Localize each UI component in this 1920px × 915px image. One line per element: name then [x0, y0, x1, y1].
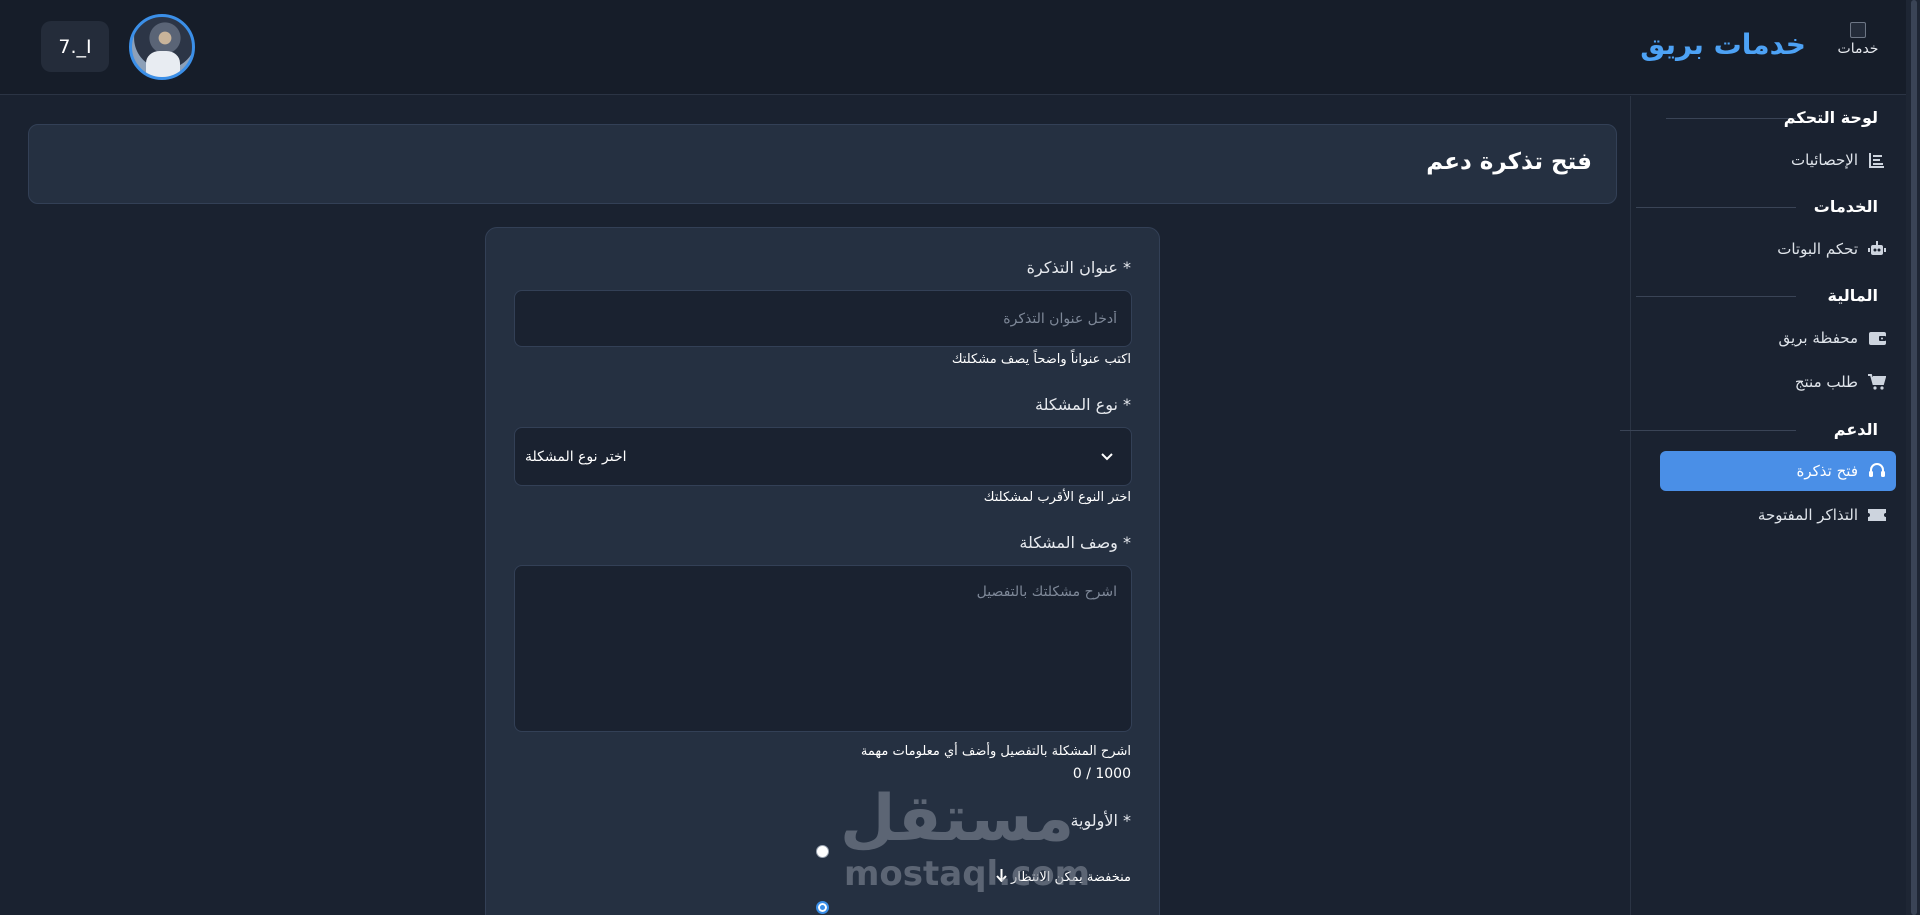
ticket-title-label: عنوان التذكرة * [1026, 258, 1131, 277]
section-title-dashboard: لوحة التحكم [1783, 108, 1878, 127]
ticket-form: عنوان التذكرة * اكتب عنواناً واضحاً يصف … [485, 227, 1160, 915]
sidebar-item-order-product[interactable]: طلب منتج [1660, 362, 1896, 402]
priority-label: الأولوية * [1070, 811, 1131, 830]
section-divider [1636, 296, 1796, 297]
chart-icon [1868, 151, 1886, 169]
ticket-title-hint: اكتب عنواناً واضحاً يصف مشكلتك [951, 352, 1131, 367]
broken-image-icon [1850, 22, 1866, 38]
page-scrollbar[interactable] [1906, 0, 1920, 915]
ticket-icon [1868, 506, 1886, 524]
robot-icon [1868, 240, 1886, 258]
sidebar-item-open-tickets[interactable]: التذاكر المفتوحة [1660, 495, 1896, 535]
wallet-icon [1868, 329, 1886, 347]
brand-logo-alt-text: خدمات [1837, 41, 1879, 57]
section-divider [1666, 118, 1796, 119]
section-title-services: الخدمات [1813, 197, 1878, 216]
sidebar-item-label: طلب منتج [1794, 373, 1858, 391]
sidebar-item-label: فتح تذكرة [1796, 462, 1858, 480]
scrollbar-thumb[interactable] [1911, 0, 1917, 915]
brand-logo[interactable]: خدمات [1834, 22, 1882, 72]
priority-option-text: منخفضة يمكن الانتظار [1010, 870, 1131, 885]
brand-title[interactable]: خدمات بريق [1640, 28, 1806, 61]
page-title: فتح تذكرة دعم [1426, 149, 1592, 175]
sidebar-item-label: تحكم البوتات [1777, 240, 1858, 258]
user-avatar[interactable] [129, 14, 195, 80]
sidebar-item-open-ticket[interactable]: فتح تذكرة [1660, 451, 1896, 491]
ticket-title-input[interactable] [514, 290, 1132, 347]
section-divider [1620, 430, 1796, 431]
sidebar-item-label: الإحصائيات [1791, 151, 1858, 169]
sidebar: لوحة التحكم الإحصائيات الخدمات تحكم البو… [1620, 96, 1906, 915]
problem-type-select[interactable]: اختر نوع المشكلة [514, 427, 1132, 486]
char-counter: 0 / 1000 [1072, 766, 1131, 782]
description-hint: اشرح المشكلة بالتفصيل وأضف أي معلومات مه… [860, 744, 1131, 759]
problem-type-hint: اختر النوع الأقرب لمشكلتك [983, 490, 1131, 505]
section-divider [1636, 207, 1796, 208]
headset-icon [1868, 462, 1886, 480]
sidebar-item-label: محفظة بريق [1778, 329, 1858, 347]
sidebar-item-bots[interactable]: تحكم البوتات [1660, 229, 1896, 269]
page-title-card: فتح تذكرة دعم [28, 124, 1617, 204]
sidebar-item-label: التذاكر المفتوحة [1757, 506, 1858, 524]
description-textarea[interactable] [514, 565, 1132, 732]
sidebar-item-statistics[interactable]: الإحصائيات [1660, 140, 1896, 180]
section-title-support: الدعم [1833, 420, 1878, 439]
problem-type-label: نوع المشكلة * [1035, 395, 1131, 414]
sidebar-item-wallet[interactable]: محفظة بريق [1660, 318, 1896, 358]
priority-radio-second[interactable] [816, 901, 829, 914]
chevron-down-icon [1101, 449, 1113, 465]
cart-icon [1868, 373, 1886, 391]
priority-option-low-label[interactable]: منخفضة يمكن الانتظار [996, 869, 1131, 886]
user-name-chip[interactable]: 7._I [41, 21, 109, 72]
description-label: وصف المشكلة * [1019, 533, 1131, 552]
priority-radio-low[interactable] [816, 845, 829, 858]
arrow-down-icon [996, 869, 1007, 886]
top-header: 7._I خدمات بريق خدمات [0, 0, 1920, 95]
section-title-finance: المالية [1827, 286, 1878, 305]
problem-type-selected-value: اختر نوع المشكلة [525, 448, 627, 465]
